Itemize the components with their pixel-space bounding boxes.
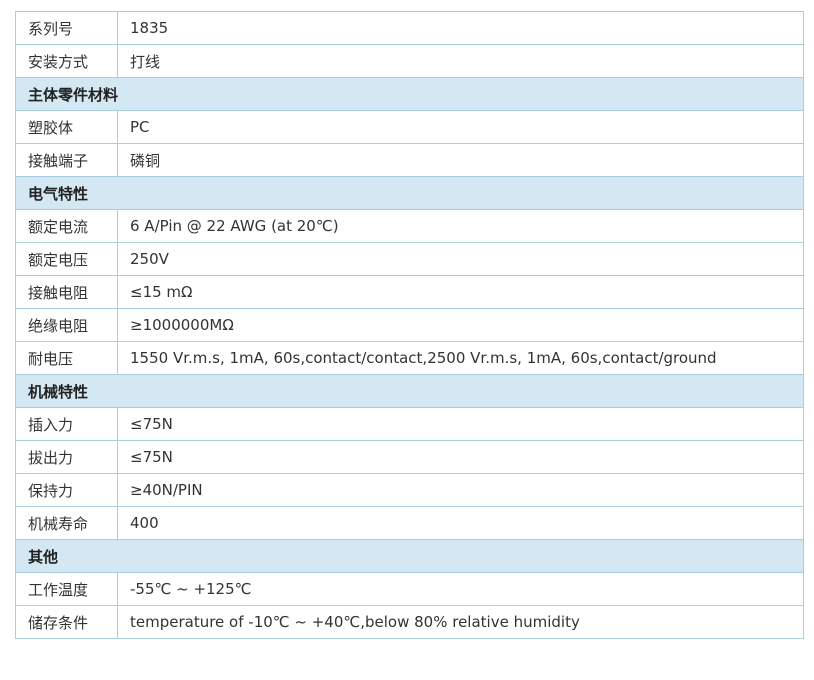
spec-label: 机械寿命 [15, 506, 118, 540]
spec-value: PC [117, 110, 804, 144]
section-header-row: 电气特性 [15, 176, 804, 210]
section-header-row: 主体零件材料 [15, 77, 804, 111]
spec-label: 储存条件 [15, 605, 118, 639]
spec-label: 绝缘电阻 [15, 308, 118, 342]
spec-label: 额定电流 [15, 209, 118, 243]
spec-label: 接触电阻 [15, 275, 118, 309]
spec-value: ≥1000000MΩ [117, 308, 804, 342]
spec-row: 额定电流 6 A/Pin @ 22 AWG (at 20℃) [15, 209, 804, 243]
spec-row: 接触端子 磷铜 [15, 143, 804, 177]
spec-row: 耐电压 1550 Vr.m.s, 1mA, 60s,contact/contac… [15, 341, 804, 375]
spec-value: 1835 [117, 11, 804, 45]
spec-value: -55℃ ~ +125℃ [117, 572, 804, 606]
spec-label: 保持力 [15, 473, 118, 507]
spec-row: 拔出力 ≤75N [15, 440, 804, 474]
spec-row: 工作温度 -55℃ ~ +125℃ [15, 572, 804, 606]
spec-row: 保持力 ≥40N/PIN [15, 473, 804, 507]
spec-label: 安装方式 [15, 44, 118, 78]
spec-row: 接触电阻 ≤15 mΩ [15, 275, 804, 309]
spec-label: 拔出力 [15, 440, 118, 474]
spec-row: 安装方式 打线 [15, 44, 804, 78]
spec-label: 工作温度 [15, 572, 118, 606]
spec-row: 机械寿命 400 [15, 506, 804, 540]
spec-value: 400 [117, 506, 804, 540]
spec-label: 系列号 [15, 11, 118, 45]
section-header-row: 其他 [15, 539, 804, 573]
spec-table-body: 系列号 1835 安装方式 打线 主体零件材料 塑胶体 PC 接触端子 磷铜 电… [15, 11, 804, 639]
spec-label: 接触端子 [15, 143, 118, 177]
spec-value: 1550 Vr.m.s, 1mA, 60s,contact/contact,25… [117, 341, 804, 375]
spec-row: 塑胶体 PC [15, 110, 804, 144]
spec-value: 打线 [117, 44, 804, 78]
spec-row: 额定电压 250V [15, 242, 804, 276]
spec-row: 绝缘电阻 ≥1000000MΩ [15, 308, 804, 342]
spec-value: ≤75N [117, 407, 804, 441]
spec-value: 250V [117, 242, 804, 276]
spec-row: 储存条件 temperature of -10℃ ~ +40℃,below 80… [15, 605, 804, 639]
section-title: 主体零件材料 [15, 77, 804, 111]
spec-label: 插入力 [15, 407, 118, 441]
spec-value: ≥40N/PIN [117, 473, 804, 507]
section-title: 其他 [15, 539, 804, 573]
spec-value: ≤75N [117, 440, 804, 474]
spec-value: ≤15 mΩ [117, 275, 804, 309]
spec-value: 磷铜 [117, 143, 804, 177]
section-title: 机械特性 [15, 374, 804, 408]
spec-label: 耐电压 [15, 341, 118, 375]
spec-row: 插入力 ≤75N [15, 407, 804, 441]
spec-value: temperature of -10℃ ~ +40℃,below 80% rel… [117, 605, 804, 639]
section-title: 电气特性 [15, 176, 804, 210]
spec-label: 塑胶体 [15, 110, 118, 144]
spec-value: 6 A/Pin @ 22 AWG (at 20℃) [117, 209, 804, 243]
spec-label: 额定电压 [15, 242, 118, 276]
section-header-row: 机械特性 [15, 374, 804, 408]
spec-table: 系列号 1835 安装方式 打线 主体零件材料 塑胶体 PC 接触端子 磷铜 电… [15, 11, 804, 639]
spec-row: 系列号 1835 [15, 11, 804, 45]
